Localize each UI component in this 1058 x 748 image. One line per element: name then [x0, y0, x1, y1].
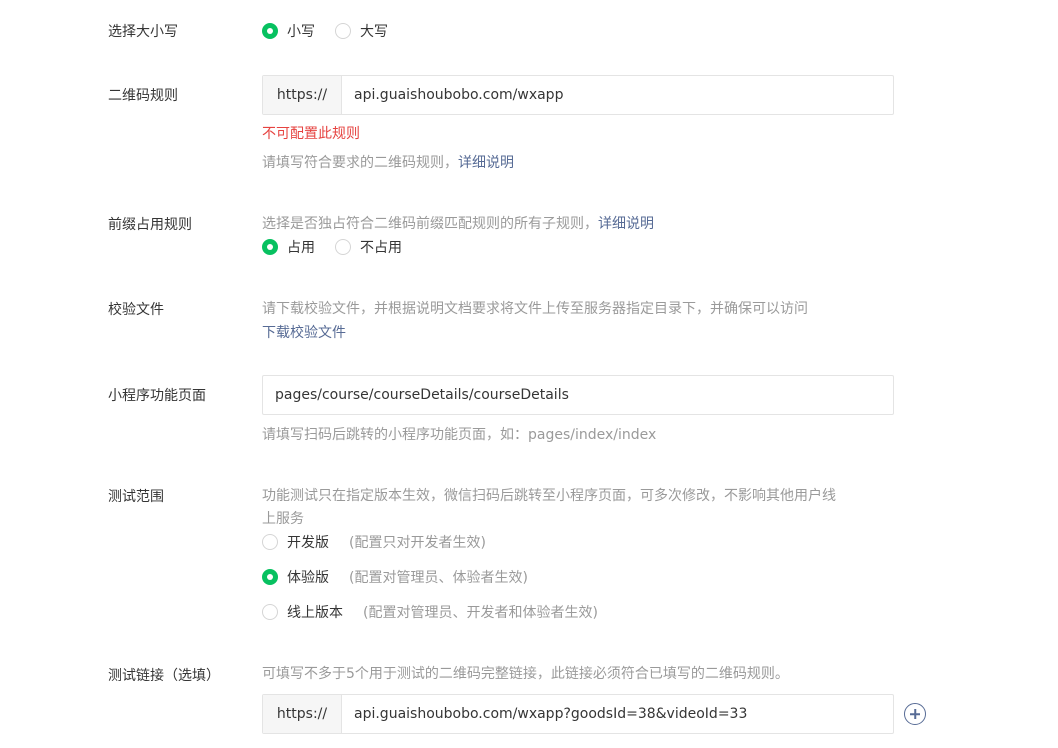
radio-trial-version[interactable]: 体验版 (配置对管理员、体验者生效): [262, 567, 528, 587]
mini-page-input[interactable]: pages/course/courseDetails/courseDetails: [262, 375, 894, 415]
case-select-label: 选择大小写: [108, 24, 178, 40]
prefix-rule-detail-link[interactable]: 详细说明: [598, 216, 654, 232]
radio-not-occupy[interactable]: 不占用: [335, 237, 402, 257]
case-radio-group: 小写 大写: [262, 21, 408, 41]
qr-rule-value[interactable]: api.guaishoubobo.com/wxapp: [342, 76, 893, 114]
test-scope-tip-line2: 上服务: [262, 511, 304, 527]
test-link-label: 测试链接（选填）: [108, 668, 220, 684]
radio-checked-icon: [262, 23, 278, 39]
test-scope-tip-line1: 功能测试只在指定版本生效，微信扫码后跳转至小程序页面，可多次修改，不影响其他用户…: [262, 488, 836, 504]
prefix-rule-label: 前缀占用规则: [108, 217, 192, 233]
qr-rule-input[interactable]: https:// api.guaishoubobo.com/wxapp: [262, 75, 894, 115]
radio-uppercase[interactable]: 大写: [335, 21, 388, 41]
test-link-value[interactable]: api.guaishoubobo.com/wxapp?goodsId=38&vi…: [342, 695, 893, 733]
radio-unchecked-icon: [335, 239, 351, 255]
qr-rule-detail-link[interactable]: 详细说明: [458, 155, 514, 171]
radio-trial-version-row: 体验版 (配置对管理员、体验者生效): [262, 567, 548, 587]
radio-online-version[interactable]: 线上版本 (配置对管理员、开发者和体验者生效): [262, 602, 598, 622]
radio-lowercase[interactable]: 小写: [262, 21, 315, 41]
test-link-tip: 可填写不多于5个用于测试的二维码完整链接，此链接必须符合已填写的二维码规则。: [262, 666, 789, 682]
prefix-radio-group: 占用 不占用: [262, 237, 422, 257]
mini-page-label: 小程序功能页面: [108, 388, 206, 404]
radio-occupy[interactable]: 占用: [262, 237, 315, 257]
radio-online-version-row: 线上版本 (配置对管理员、开发者和体验者生效): [262, 602, 618, 622]
test-link-prefix: https://: [263, 695, 342, 733]
qr-rule-label: 二维码规则: [108, 88, 178, 104]
mini-page-value[interactable]: pages/course/courseDetails/courseDetails: [263, 376, 893, 414]
verify-file-label: 校验文件: [108, 302, 164, 318]
download-verify-file-link[interactable]: 下载校验文件: [262, 322, 346, 342]
mini-page-tip: 请填写扫码后跳转的小程序功能页面，如：pages/index/index: [262, 427, 657, 443]
qr-rule-prefix: https://: [263, 76, 342, 114]
prefix-rule-tip: 选择是否独占符合二维码前缀匹配规则的所有子规则，详细说明: [262, 216, 654, 232]
radio-unchecked-icon: [262, 604, 278, 620]
radio-dev-version-row: 开发版 (配置只对开发者生效): [262, 532, 506, 552]
verify-file-tip: 请下载校验文件，并根据说明文档要求将文件上传至服务器指定目录下，并确保可以访问: [262, 301, 808, 317]
test-scope-label: 测试范围: [108, 489, 164, 505]
qr-rule-tip: 请填写符合要求的二维码规则，详细说明: [262, 155, 514, 171]
radio-dev-version[interactable]: 开发版 (配置只对开发者生效): [262, 532, 486, 552]
add-link-plus-icon[interactable]: [904, 703, 926, 725]
radio-checked-icon: [262, 239, 278, 255]
radio-checked-icon: [262, 569, 278, 585]
radio-unchecked-icon: [335, 23, 351, 39]
test-link-input[interactable]: https:// api.guaishoubobo.com/wxapp?good…: [262, 694, 894, 734]
qr-rule-error: 不可配置此规则: [262, 126, 360, 142]
radio-unchecked-icon: [262, 534, 278, 550]
